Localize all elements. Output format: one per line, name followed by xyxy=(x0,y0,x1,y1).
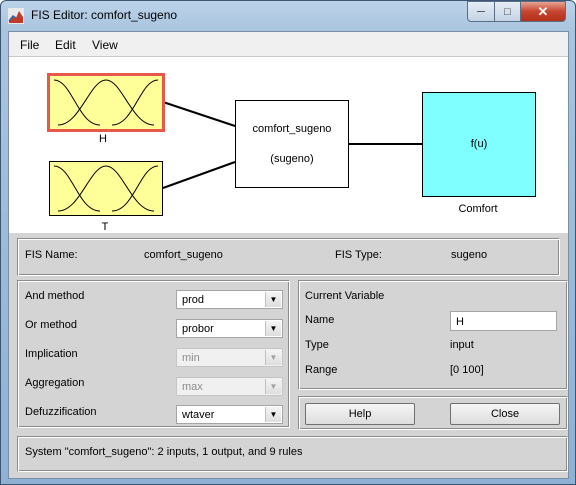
output-comfort-box[interactable]: f(u) xyxy=(422,92,536,197)
or-method-value: probor xyxy=(182,323,214,335)
current-variable-panel: Current Variable Name H Type input Range… xyxy=(298,280,568,390)
membership-functions-icon xyxy=(53,165,159,212)
output-function: f(u) xyxy=(470,138,488,150)
input-h-label: H xyxy=(99,133,107,145)
chevron-down-icon: ▼ xyxy=(265,321,281,336)
variable-name-label: Name xyxy=(305,314,335,326)
variable-range-label: Range xyxy=(305,364,338,376)
close-window-button[interactable]: ✕ xyxy=(520,1,566,22)
menu-edit[interactable]: Edit xyxy=(55,38,76,52)
membership-functions-icon xyxy=(53,79,159,126)
implication-label: Implication xyxy=(25,348,78,360)
matlab-icon xyxy=(8,8,24,24)
window-title: FIS Editor: comfort_sugeno xyxy=(31,8,178,22)
status-text: System "comfort_sugeno": 2 inputs, 1 out… xyxy=(25,446,303,458)
defuzzification-label: Defuzzification xyxy=(25,406,97,418)
implication-value: min xyxy=(182,352,200,364)
aggregation-value: max xyxy=(182,381,203,393)
fis-name-value: comfort_sugeno xyxy=(144,249,223,261)
chevron-down-icon: ▼ xyxy=(265,292,281,307)
current-variable-heading: Current Variable xyxy=(305,290,385,302)
fis-type-label: FIS Type: xyxy=(335,249,382,261)
variable-type-value: input xyxy=(450,339,474,351)
fis-diagram: H T comfort_sugeno (sugeno) f(u) Comfort xyxy=(9,57,568,233)
chevron-down-icon: ▼ xyxy=(265,379,281,394)
help-button[interactable]: Help xyxy=(305,403,415,425)
implication-select: min ▼ xyxy=(176,348,283,367)
client-area: File Edit View H T comfort_sugeno (sugen… xyxy=(8,31,569,479)
defuzzification-value: wtaver xyxy=(182,409,215,421)
fis-info-panel: FIS Name: comfort_sugeno FIS Type: sugen… xyxy=(17,238,560,276)
fis-system-box[interactable]: comfort_sugeno (sugeno) xyxy=(235,100,349,188)
aggregation-label: Aggregation xyxy=(25,377,85,389)
fis-editor-window: FIS Editor: comfort_sugeno ─ □ ✕ File Ed… xyxy=(0,0,576,485)
buttons-panel: Help Close xyxy=(298,396,568,430)
defuzzification-select[interactable]: wtaver ▼ xyxy=(176,405,283,424)
input-t-box[interactable] xyxy=(49,161,163,216)
and-method-value: prod xyxy=(182,294,205,306)
output-label: Comfort xyxy=(458,203,498,215)
or-method-select[interactable]: probor ▼ xyxy=(176,319,283,338)
chevron-down-icon: ▼ xyxy=(265,407,281,422)
close-button[interactable]: Close xyxy=(450,403,560,425)
fis-name-label: FIS Name: xyxy=(25,249,78,261)
methods-panel: And method prod ▼ Or method probor ▼ Imp… xyxy=(17,280,290,428)
input-h-box[interactable] xyxy=(47,73,165,132)
system-type: (sugeno) xyxy=(270,153,314,165)
menu-view[interactable]: View xyxy=(92,38,118,52)
menu-file[interactable]: File xyxy=(20,38,39,52)
variable-type-label: Type xyxy=(305,339,329,351)
system-name: comfort_sugeno xyxy=(252,123,332,135)
variable-range-value: [0 100] xyxy=(450,364,484,376)
menu-bar: File Edit View xyxy=(9,32,568,57)
and-method-select[interactable]: prod ▼ xyxy=(176,290,283,309)
minimize-button[interactable]: ─ xyxy=(467,1,495,22)
input-t-label: T xyxy=(101,221,109,233)
title-bar[interactable]: FIS Editor: comfort_sugeno ─ □ ✕ xyxy=(1,1,575,31)
status-bar: System "comfort_sugeno": 2 inputs, 1 out… xyxy=(17,436,568,472)
chevron-down-icon: ▼ xyxy=(265,350,281,365)
maximize-button[interactable]: □ xyxy=(494,1,521,22)
variable-name-input[interactable]: H xyxy=(450,311,557,331)
aggregation-select: max ▼ xyxy=(176,377,283,396)
and-method-label: And method xyxy=(25,290,85,302)
variable-name-value: H xyxy=(456,316,464,328)
fis-type-value: sugeno xyxy=(451,249,488,261)
or-method-label: Or method xyxy=(25,319,77,331)
